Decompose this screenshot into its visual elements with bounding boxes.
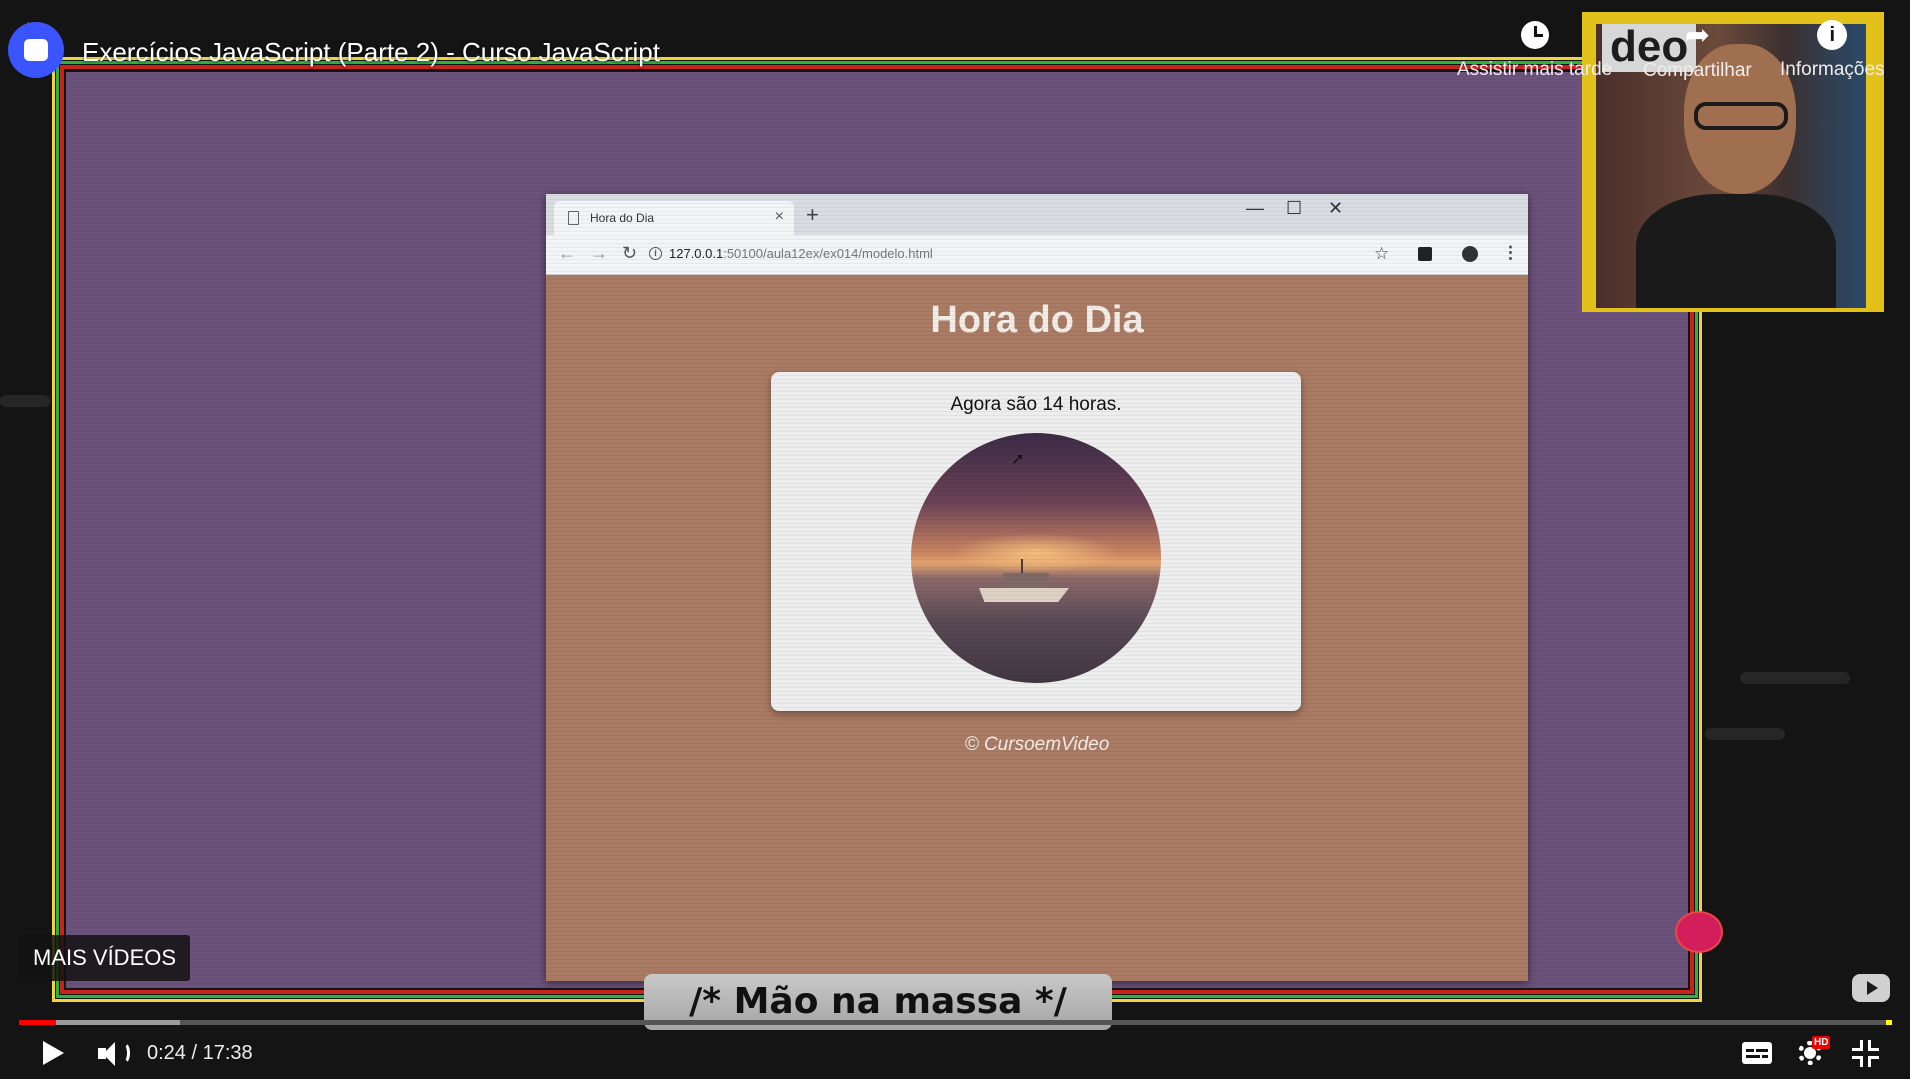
- presenter-body: [1636, 194, 1836, 308]
- window-close-button[interactable]: ✕: [1328, 198, 1343, 219]
- channel-logo-play-icon: [27, 22, 37, 34]
- new-tab-button[interactable]: +: [806, 202, 819, 228]
- background-stripe: [1740, 672, 1850, 684]
- subtitles-line-icon: [1746, 1049, 1754, 1052]
- share-icon: ➦: [1684, 19, 1710, 52]
- record-dot: [1677, 913, 1721, 951]
- subtitles-line-icon: [1756, 1049, 1768, 1052]
- more-videos-button[interactable]: MAIS VÍDEOS: [19, 935, 191, 981]
- play-button[interactable]: [40, 1039, 66, 1067]
- time-display: 0:24 / 17:38: [147, 1042, 253, 1064]
- time-card: Agora são 14 horas.: [771, 372, 1301, 711]
- exit-fullscreen-corner-icon: [1852, 1056, 1863, 1067]
- tab-close-button[interactable]: ×: [775, 208, 784, 226]
- info-button[interactable]: i Informações: [1780, 18, 1885, 81]
- browser-tab[interactable]: Hora do Dia ×: [554, 201, 794, 235]
- forward-button[interactable]: →: [590, 243, 608, 264]
- url-path: :50100/aula12ex/ex014/modelo.html: [723, 246, 933, 261]
- info-icon: i: [1817, 20, 1848, 50]
- bookmark-star-icon[interactable]: ☆: [1374, 244, 1389, 264]
- volume-waves-icon: [118, 1042, 130, 1064]
- minimize-button[interactable]: —: [1246, 198, 1264, 219]
- boat: [979, 588, 1069, 602]
- exit-fullscreen-corner-icon: [1868, 1056, 1879, 1067]
- sun-glow: [951, 533, 1121, 573]
- time-message: Agora são 14 horas.: [950, 394, 1122, 415]
- share-label: Compartilhar: [1643, 60, 1752, 81]
- progress-played: [19, 1020, 57, 1025]
- youtube-watermark-icon[interactable]: [1852, 974, 1890, 1002]
- reload-button[interactable]: ↻: [622, 243, 637, 264]
- hd-badge: HD: [1812, 1036, 1831, 1049]
- watch-later-button[interactable]: Assistir mais tarde: [1457, 18, 1612, 81]
- video-title[interactable]: Exercícios JavaScript (Parte 2) - Curso …: [82, 37, 660, 68]
- subtitles-line-icon: [1762, 1055, 1768, 1058]
- extension-icon[interactable]: [1418, 247, 1432, 261]
- subtitles-button[interactable]: [1742, 1042, 1772, 1064]
- boat-mast: [1021, 559, 1023, 575]
- background-stripe: [0, 395, 50, 407]
- settings-button[interactable]: HD: [1796, 1036, 1831, 1066]
- watch-later-label: Assistir mais tarde: [1457, 59, 1613, 80]
- video-slide: Hora do Dia × + — ☐ ✕ ← → ↻ i 127.0.0.1:…: [66, 72, 1688, 988]
- subtitles-line-icon: [1746, 1055, 1760, 1058]
- info-label: Informações: [1780, 59, 1885, 80]
- browser-menu-icon[interactable]: ⋮: [1502, 243, 1519, 263]
- maximize-button[interactable]: ☐: [1286, 198, 1302, 219]
- url-host: 127.0.0.1: [669, 246, 724, 261]
- progress-end-marker: [1886, 1020, 1892, 1025]
- site-info-icon[interactable]: i: [649, 247, 662, 260]
- page-title: Hora do Dia: [930, 299, 1144, 341]
- url-text: 127.0.0.1:50100/aula12ex/ex014/modelo.ht…: [669, 246, 933, 261]
- browser-toolbar: ← → ↻ i 127.0.0.1:50100/aula12ex/ex014/m…: [546, 235, 1528, 275]
- background-stripe: [1705, 728, 1785, 740]
- presenter-glasses: [1694, 102, 1788, 130]
- page-footer: © CursoemVideo: [964, 734, 1110, 755]
- tab-strip: Hora do Dia × + — ☐ ✕: [546, 194, 1528, 235]
- exit-fullscreen-corner-icon: [1852, 1040, 1863, 1051]
- browser-window: Hora do Dia × + — ☐ ✕ ← → ↻ i 127.0.0.1:…: [546, 194, 1528, 981]
- back-button[interactable]: ←: [558, 243, 576, 264]
- progress-bar[interactable]: [19, 1020, 1891, 1025]
- tab-title: Hora do Dia: [590, 211, 655, 225]
- boat-cabin: [1003, 573, 1049, 589]
- clock-icon: [1520, 21, 1549, 49]
- account-icon[interactable]: [1462, 246, 1478, 262]
- share-button[interactable]: ➦ Compartilhar: [1643, 18, 1752, 82]
- document-icon: [568, 211, 579, 225]
- mouse-cursor-icon: ➚: [1011, 451, 1025, 468]
- sunset-boat-photo: [911, 433, 1161, 683]
- exit-fullscreen-button[interactable]: [1852, 1040, 1879, 1067]
- exit-fullscreen-corner-icon: [1868, 1040, 1879, 1051]
